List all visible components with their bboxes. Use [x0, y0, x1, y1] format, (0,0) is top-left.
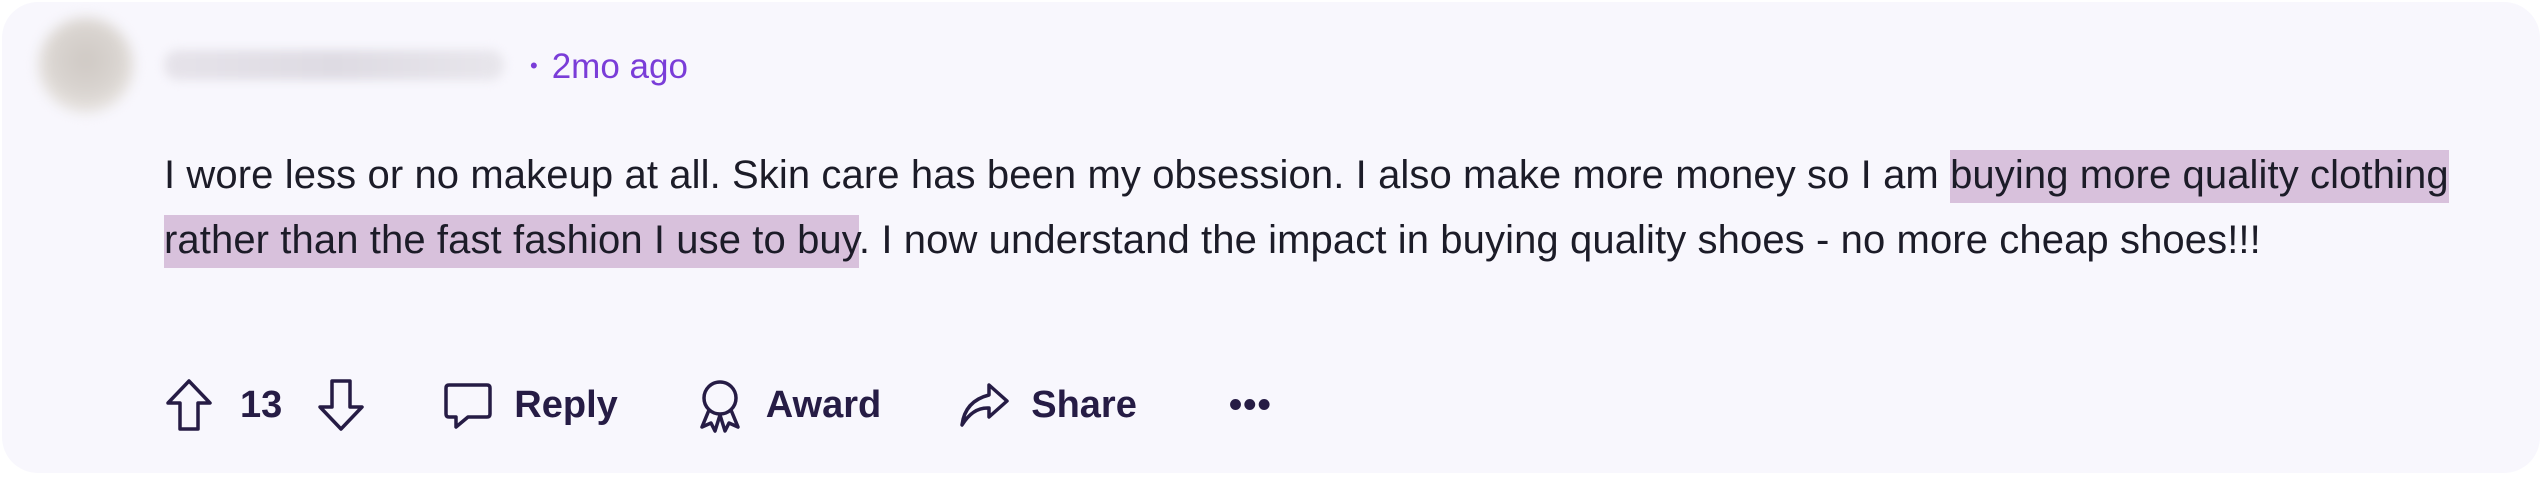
share-icon [957, 379, 1011, 431]
more-options-button[interactable]: ••• [1229, 384, 1272, 427]
award-label: Award [765, 383, 882, 426]
downvote-icon[interactable] [316, 377, 366, 433]
reply-button[interactable]: Reply [442, 379, 618, 431]
comment-actions: 13 Reply Award Share ••• [164, 370, 1272, 440]
username-blurred[interactable] [164, 50, 504, 80]
reply-label: Reply [514, 383, 618, 426]
comment-time[interactable]: 2mo ago [552, 47, 688, 86]
vote-count: 13 [240, 383, 283, 426]
comment-text-start: I wore less or no makeup at all. Skin ca… [164, 153, 1951, 197]
comment-text-end: . I now understand the impact in buying … [858, 218, 2261, 262]
comment-body: I wore less or no makeup at all. Skin ca… [164, 143, 2484, 273]
award-icon [694, 377, 746, 433]
meta-separator: • [530, 53, 538, 78]
share-button[interactable]: Share [957, 379, 1137, 431]
comment-meta: • 2mo ago [530, 46, 688, 87]
user-avatar[interactable] [38, 17, 134, 113]
award-button[interactable]: Award [694, 377, 881, 433]
share-label: Share [1031, 383, 1137, 426]
comment-bubble-icon [442, 379, 494, 431]
vote-group: 13 [164, 377, 366, 433]
upvote-icon[interactable] [164, 377, 214, 433]
comment-card: • 2mo ago I wore less or no makeup at all… [2, 2, 2540, 473]
